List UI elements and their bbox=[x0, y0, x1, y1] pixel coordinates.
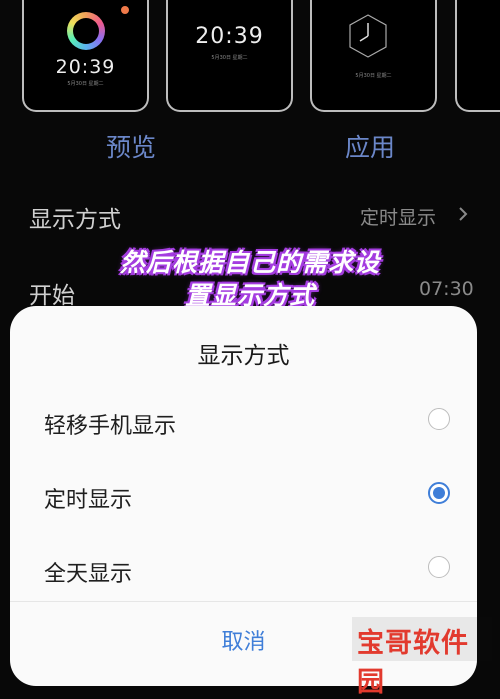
activity-ring-icon bbox=[67, 12, 105, 50]
watermark: 宝哥软件园 bbox=[352, 617, 492, 698]
apply-tab[interactable]: 应用 bbox=[345, 128, 395, 164]
preview-time: 20:39 bbox=[55, 56, 116, 78]
radio-button-selected[interactable] bbox=[428, 482, 450, 504]
display-mode-value[interactable]: 定时显示 bbox=[360, 203, 436, 230]
option-lift-to-show[interactable]: 轻移手机显示 bbox=[10, 388, 477, 458]
preview-date: 5月30日 星期二 bbox=[211, 55, 248, 61]
sheet-title: 显示方式 bbox=[197, 343, 290, 369]
radio-button[interactable] bbox=[428, 408, 450, 430]
option-scheduled[interactable]: 定时显示 bbox=[10, 462, 477, 532]
preview-date: 5月30日 星期二 bbox=[355, 73, 392, 79]
radio-button[interactable] bbox=[428, 556, 450, 578]
option-label: 全天显示 bbox=[44, 562, 133, 587]
preview-time: 20:39 bbox=[195, 24, 264, 49]
divider bbox=[10, 601, 477, 602]
dot-icon bbox=[121, 6, 129, 14]
watch-face-preview-1[interactable]: 20:39 5月30日 星期二 bbox=[22, 0, 149, 112]
caption-line-1: 然后根据自己的需求设 bbox=[119, 248, 380, 277]
option-label: 轻移手机显示 bbox=[44, 414, 177, 439]
analog-clock-icon bbox=[349, 14, 387, 58]
option-label: 定时显示 bbox=[44, 488, 133, 513]
watch-face-preview-3[interactable]: 5月30日 星期二 bbox=[310, 0, 437, 112]
watermark-text: 宝哥软件园 bbox=[357, 628, 469, 698]
watch-face-preview-4[interactable] bbox=[455, 0, 500, 112]
chevron-right-icon bbox=[459, 207, 468, 221]
preview-tab[interactable]: 预览 bbox=[106, 128, 156, 164]
preview-date: 5月30日 星期二 bbox=[67, 81, 104, 87]
display-mode-label[interactable]: 显示方式 bbox=[29, 200, 121, 234]
watch-face-preview-2[interactable]: 20:39 5月30日 星期二 bbox=[166, 0, 293, 112]
option-all-day[interactable]: 全天显示 bbox=[10, 536, 477, 606]
